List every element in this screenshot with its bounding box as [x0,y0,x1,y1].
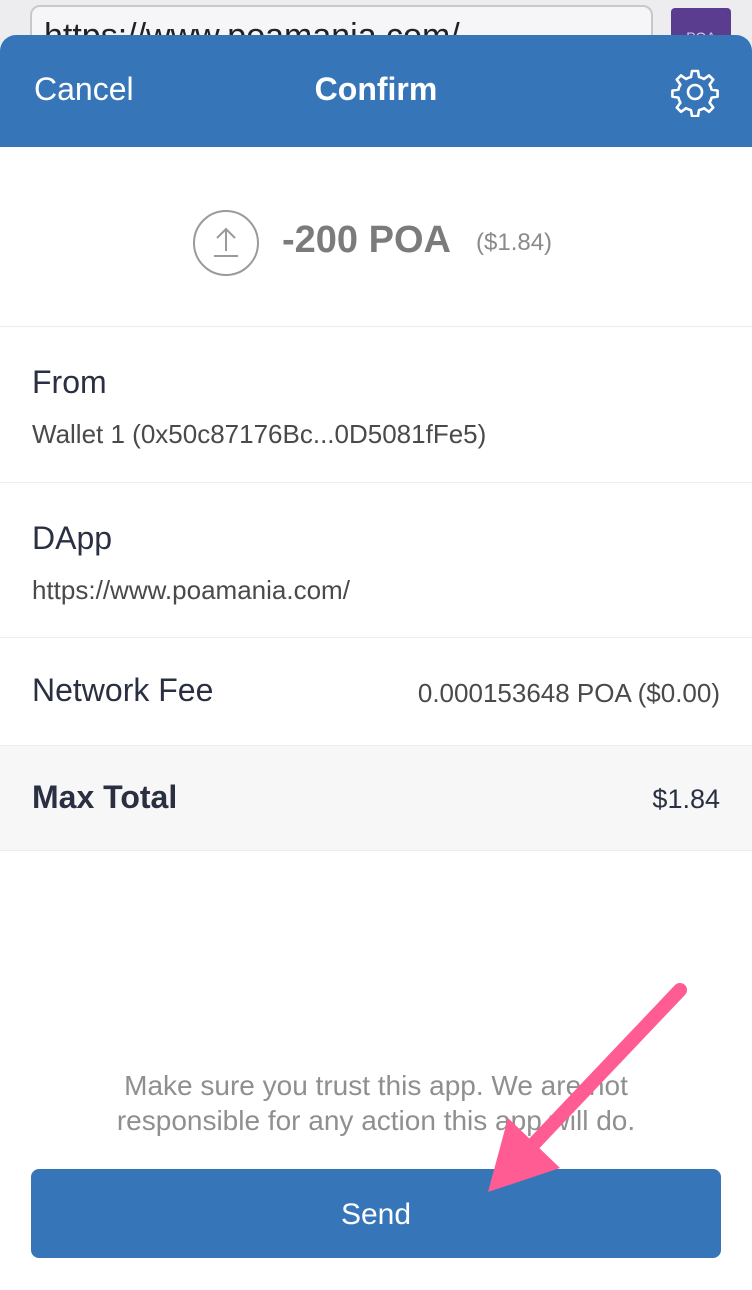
network-fee-label: Network Fee [32,672,214,708]
max-total-value: $1.84 [652,784,720,814]
dapp-label: DApp [32,520,113,556]
page-title: Confirm [314,71,438,107]
max-total-row: Max Total $1.84 [0,746,752,851]
amount-fiat-value: ($1.84) [476,229,553,256]
gear-icon[interactable] [670,67,720,117]
network-fee-value: 0.000153648 POA ($0.00) [417,678,720,708]
from-section: From Wallet 1 (0x50c87176Bc...0D5081fFe5… [0,327,752,483]
send-button-label: Send [340,1198,412,1231]
dapp-section: DApp https://www.poamania.com/ [0,483,752,638]
upload-icon [193,210,259,276]
network-fee-row: Network Fee 0.000153648 POA ($0.00) [0,638,752,746]
from-label: From [32,364,107,400]
dapp-url: https://www.poamania.com/ [32,575,350,605]
from-value: Wallet 1 (0x50c87176Bc...0D5081fFe5) [32,419,487,449]
disclaimer-text: Make sure you trust this app. We are not… [116,1070,636,1136]
send-button[interactable]: Send [31,1169,721,1258]
header-bar: Cancel Confirm [0,35,752,147]
amount-value: -200 POA [282,219,451,261]
max-total-label: Max Total [32,779,178,815]
screen: https://www.poamania.com/ POA Cancel Con… [0,0,752,1290]
amount-summary: -200 POA ($1.84) [0,147,752,327]
confirm-sheet: Cancel Confirm -200 POA ($1.84) From Wal… [0,35,752,1290]
